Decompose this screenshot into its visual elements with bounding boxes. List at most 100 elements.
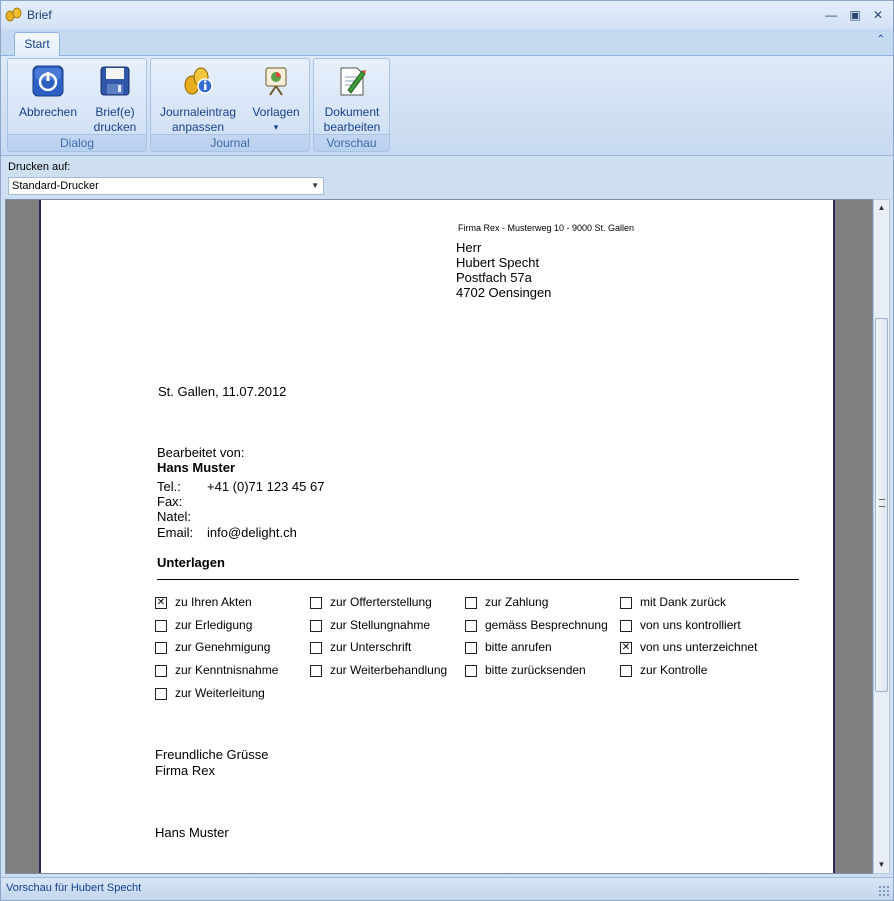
date-line: St. Gallen, 11.07.2012 bbox=[158, 384, 287, 399]
checkbox-label: mit Dank zurück bbox=[640, 595, 727, 609]
chevron-down-icon: ▾ bbox=[273, 122, 279, 132]
sender-line: Firma Rex - Musterweg 10 - 9000 St. Gall… bbox=[458, 223, 635, 233]
letter-page: Firma Rex - Musterweg 10 - 9000 St. Gall… bbox=[39, 200, 835, 873]
contact-label: Fax: bbox=[157, 494, 183, 509]
checkbox-label: zur Unterschrift bbox=[330, 640, 412, 654]
recipient-line: Postfach 57a bbox=[456, 270, 532, 285]
edit-document-button[interactable]: Dokument bearbeiten bbox=[318, 63, 386, 135]
title-bar: Brief — ▣ ✕ bbox=[1, 1, 893, 29]
checkbox-label: zur Weiterbehandlung bbox=[330, 663, 448, 677]
journal-label-1: Journaleintrag bbox=[159, 105, 237, 119]
printer-select[interactable]: Standard-Drucker ▼ bbox=[8, 177, 324, 195]
templates-dropdown-button[interactable]: Vorlagen ▾ bbox=[245, 63, 307, 135]
checkbox-label: zur Kenntnisnahme bbox=[175, 663, 279, 677]
checkbox[interactable]: ✕ bbox=[155, 597, 167, 609]
checkbox[interactable] bbox=[465, 665, 477, 677]
checkbox-label: zur Genehmigung bbox=[175, 640, 271, 654]
checkbox[interactable] bbox=[310, 642, 322, 654]
contact-value: info@delight.ch bbox=[207, 525, 297, 540]
ribbon-group-journal: Journaleintrag anpassen Vorlagen ▾ Journ… bbox=[150, 58, 310, 152]
edit-doc-label-2: bearbeiten bbox=[323, 120, 381, 134]
scrollbar-thumb[interactable] bbox=[875, 318, 888, 692]
section-title: Unterlagen bbox=[157, 555, 225, 570]
group-label-journal: Journal bbox=[151, 134, 309, 151]
checkbox-label: zur Stellungnahme bbox=[330, 618, 431, 632]
checkbox-label: zur Offerterstellung bbox=[330, 595, 432, 609]
maximize-button[interactable]: ▣ bbox=[844, 6, 866, 24]
contact-label: Natel: bbox=[157, 509, 191, 524]
recipient-line: 4702 Oensingen bbox=[456, 285, 552, 300]
group-label-preview: Vorschau bbox=[314, 134, 389, 151]
checkbox-label: von uns kontrolliert bbox=[640, 618, 741, 632]
checkbox[interactable] bbox=[620, 620, 632, 632]
power-icon bbox=[32, 65, 64, 97]
edited-by-label: Bearbeitet von: bbox=[157, 445, 245, 460]
print-letters-button[interactable]: Brief(e) drucken bbox=[86, 63, 144, 135]
checkbox-label: zu Ihren Akten bbox=[175, 595, 252, 609]
save-disk-icon bbox=[100, 66, 130, 96]
checkbox-label: von uns unterzeichnet bbox=[640, 640, 758, 654]
checkbox-label: gemäss Besprechnung bbox=[485, 618, 608, 632]
edit-document-icon bbox=[340, 67, 366, 96]
document-preview: Firma Rex - Musterweg 10 - 9000 St. Gall… bbox=[5, 199, 873, 874]
checkbox-label: bitte zurücksenden bbox=[485, 663, 586, 677]
templates-label: Vorlagen bbox=[252, 105, 300, 119]
checkbox[interactable] bbox=[310, 620, 322, 632]
checkbox[interactable] bbox=[155, 620, 167, 632]
window-title: Brief bbox=[27, 8, 52, 22]
scroll-up-icon[interactable]: ▲ bbox=[874, 200, 889, 216]
checkbox[interactable]: ✕ bbox=[620, 642, 632, 654]
cancel-button[interactable]: Abbrechen bbox=[12, 63, 84, 120]
adjust-journal-entry-button[interactable]: Journaleintrag anpassen bbox=[155, 63, 241, 135]
group-label-dialog: Dialog bbox=[8, 134, 146, 151]
ribbon-collapse-icon[interactable]: ⌃ bbox=[877, 34, 885, 45]
minimize-button[interactable]: — bbox=[820, 6, 842, 24]
checkbox[interactable] bbox=[620, 597, 632, 609]
checkbox[interactable] bbox=[465, 620, 477, 632]
checkbox[interactable] bbox=[620, 665, 632, 677]
ribbon-tab-strip: Start ⌃ bbox=[1, 29, 893, 57]
print-label-1: Brief(e) bbox=[95, 105, 135, 119]
contact-value: +41 (0)71 123 45 67 bbox=[207, 479, 325, 494]
tab-start[interactable]: Start bbox=[14, 32, 60, 57]
printer-selected-value: Standard-Drucker bbox=[12, 180, 99, 192]
contact-label: Email: bbox=[157, 525, 194, 540]
scroll-down-icon[interactable]: ▼ bbox=[874, 857, 889, 873]
checkbox[interactable] bbox=[155, 642, 167, 654]
signature: Hans Muster bbox=[155, 825, 229, 840]
resize-grip-icon[interactable] bbox=[878, 885, 890, 897]
journal-label-2: anpassen bbox=[171, 120, 225, 134]
recipient-line: Hubert Specht bbox=[456, 255, 540, 270]
journal-info-icon bbox=[184, 67, 213, 95]
checkbox-label: bitte anrufen bbox=[485, 640, 552, 654]
ribbon: Abbrechen Brief(e) drucken Dialog Journa… bbox=[1, 56, 893, 156]
contact-label: Tel.: bbox=[157, 479, 181, 494]
recipient-line: Herr bbox=[456, 240, 482, 255]
checkbox[interactable] bbox=[465, 597, 477, 609]
close-button[interactable]: ✕ bbox=[867, 6, 889, 24]
presentation-board-icon bbox=[265, 67, 287, 96]
app-window: Brief — ▣ ✕ Start ⌃ Abbrechen Brief(e) d… bbox=[0, 0, 894, 901]
app-logo-icon bbox=[5, 7, 22, 22]
checkbox-label: zur Weiterleitung bbox=[175, 686, 265, 700]
section-divider bbox=[157, 579, 799, 580]
edit-doc-label-1: Dokument bbox=[324, 105, 380, 119]
cancel-label: Abbrechen bbox=[18, 105, 78, 119]
checkbox-label: zur Erledigung bbox=[175, 618, 253, 632]
checkbox[interactable] bbox=[310, 665, 322, 677]
print-label-2: drucken bbox=[93, 120, 137, 134]
checkbox-label: zur Kontrolle bbox=[640, 663, 708, 677]
chevron-down-icon[interactable]: ▼ bbox=[311, 178, 319, 194]
checkbox[interactable] bbox=[155, 665, 167, 677]
closing-line: Firma Rex bbox=[155, 763, 215, 778]
vertical-scrollbar[interactable]: ▲ ▼ bbox=[873, 199, 890, 874]
ribbon-group-dialog: Abbrechen Brief(e) drucken Dialog bbox=[7, 58, 147, 152]
checkbox-label: zur Zahlung bbox=[485, 595, 549, 609]
edited-by-name: Hans Muster bbox=[157, 460, 236, 475]
checkbox[interactable] bbox=[155, 688, 167, 700]
status-bar: Vorschau für Hubert Specht bbox=[1, 877, 893, 900]
checkbox[interactable] bbox=[465, 642, 477, 654]
checkbox[interactable] bbox=[310, 597, 322, 609]
ribbon-group-preview: Dokument bearbeiten Vorschau bbox=[313, 58, 390, 152]
grip-icon bbox=[879, 499, 885, 507]
